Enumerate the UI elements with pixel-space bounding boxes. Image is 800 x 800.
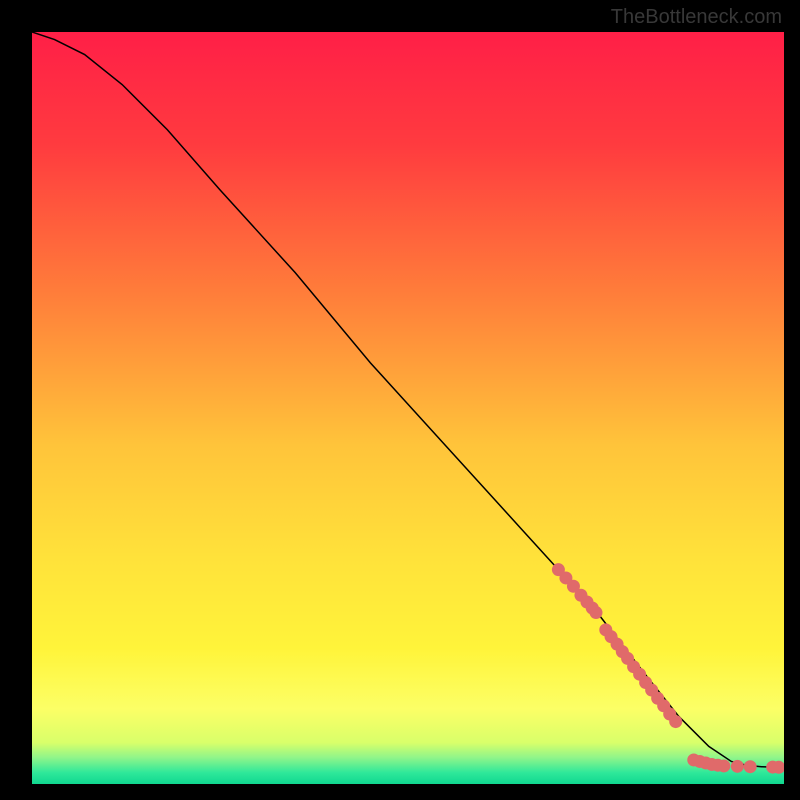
scatter-point — [744, 760, 757, 773]
plot-area — [32, 32, 784, 784]
scatter-point — [669, 715, 682, 728]
scatter-point — [717, 759, 730, 772]
scatter-point — [590, 606, 603, 619]
watermark-text: TheBottleneck.com — [611, 6, 782, 29]
scatter-point — [731, 760, 744, 773]
gradient-background — [32, 32, 784, 784]
plot-svg — [32, 32, 784, 784]
